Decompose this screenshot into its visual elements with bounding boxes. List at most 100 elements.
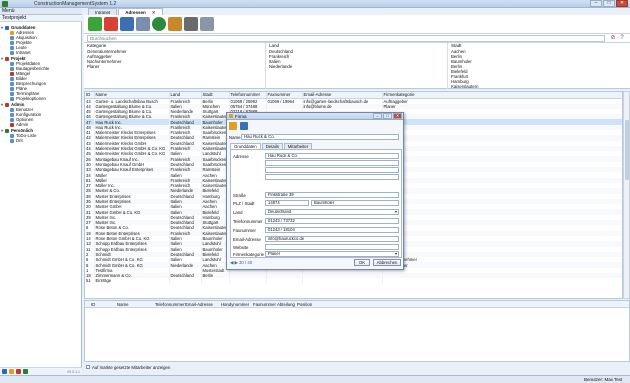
name-label: Name bbox=[229, 135, 241, 140]
column-header[interactable]: Abteilung bbox=[277, 302, 295, 307]
tree-item-icon bbox=[10, 71, 14, 76]
navigation-panel: Menü Testprojekt ▾ Grunddaten Adressen Akqu… bbox=[0, 8, 82, 375]
dialog-close-button[interactable]: ✕ bbox=[393, 113, 402, 119]
print-icon[interactable] bbox=[184, 17, 198, 31]
version-label: V0.0.1.1 bbox=[66, 369, 80, 374]
filter-item[interactable]: Niederlande bbox=[266, 64, 447, 69]
tab-intranet[interactable]: Intranet bbox=[88, 8, 118, 15]
tree-item-icon bbox=[5, 128, 9, 133]
document-tabs: Intranet Adressen ✕ bbox=[88, 8, 163, 15]
table-cell bbox=[169, 278, 202, 284]
project-selector[interactable]: Testprojekt bbox=[0, 15, 82, 22]
maximize-button[interactable]: □ bbox=[603, 0, 615, 7]
table-cell: Malermeister Klecks GmbH & Co. KG bbox=[94, 151, 170, 157]
adresse-field-4[interactable] bbox=[265, 174, 399, 180]
search-input[interactable] bbox=[87, 35, 605, 42]
column-header[interactable]: Name bbox=[117, 302, 128, 307]
warning-icon[interactable] bbox=[9, 369, 14, 374]
strasse-field[interactable]: Finkstraße 39 bbox=[265, 192, 399, 198]
add-icon[interactable] bbox=[23, 369, 28, 374]
website-field[interactable] bbox=[265, 244, 399, 250]
table-cell bbox=[266, 278, 303, 284]
help-icon[interactable]: ? bbox=[619, 35, 625, 42]
tree-item-icon bbox=[10, 107, 14, 112]
tree-item-icon bbox=[10, 50, 14, 55]
fax-label: Faxnummer bbox=[233, 228, 256, 233]
adresse-field-3[interactable] bbox=[265, 167, 399, 173]
minimize-button[interactable]: – bbox=[590, 0, 602, 7]
tree-item-icon bbox=[10, 61, 14, 66]
error-icon[interactable] bbox=[16, 369, 21, 374]
tree-item[interactable]: Projektoptionen bbox=[1, 96, 81, 101]
user-icon[interactable] bbox=[120, 17, 134, 31]
telefon-field[interactable]: 01243 / 73732 bbox=[265, 218, 399, 224]
tree-item-icon bbox=[10, 91, 14, 96]
navigation-tree: ▾ Grunddaten Adressen Akquisition Projekte Le… bbox=[1, 24, 81, 143]
export-icon[interactable] bbox=[168, 17, 182, 31]
column-header[interactable]: Email-Adresse bbox=[185, 302, 213, 307]
dialog-maximize-button[interactable]: □ bbox=[383, 113, 392, 119]
table-cell: 51 bbox=[85, 278, 95, 284]
save-icon[interactable] bbox=[240, 122, 248, 130]
column-header[interactable]: Faxnummer bbox=[253, 302, 276, 307]
adresse-field-2[interactable] bbox=[265, 160, 399, 166]
tree-item-icon bbox=[10, 45, 14, 50]
fax-field[interactable]: 01243 / 18104 bbox=[265, 227, 399, 233]
filter-stadt[interactable]: Stadt Aachen Berlin Baumholer Berlin Bielefe… bbox=[448, 43, 630, 89]
folder-icon[interactable] bbox=[229, 122, 237, 130]
dialog-minimize-button[interactable]: – bbox=[373, 113, 382, 119]
table-cell bbox=[382, 278, 622, 284]
scrollbar-thumb[interactable] bbox=[625, 120, 629, 180]
column-header[interactable]: Handynummer bbox=[221, 302, 249, 307]
grunddaten-form: Adresse Hau Ruck & Co. Straße Finkstraße… bbox=[230, 149, 402, 258]
show-inactive-checkbox[interactable] bbox=[86, 365, 90, 369]
land-select[interactable]: Deutschland bbox=[265, 209, 399, 215]
tree-item-icon bbox=[10, 35, 14, 40]
tree-item-icon bbox=[5, 56, 9, 61]
name-field[interactable]: Hau Ruck & Co. bbox=[241, 134, 399, 140]
tree-item-icon bbox=[10, 86, 14, 91]
tree-item[interactable]: Drit bbox=[1, 138, 81, 143]
tree-item[interactable]: Intranet bbox=[1, 50, 81, 55]
tools-icon[interactable] bbox=[136, 17, 150, 31]
stadt-field[interactable]: Baumholer bbox=[311, 200, 399, 206]
filter-item[interactable]: Kaiserslautern bbox=[448, 84, 630, 89]
column-header[interactable]: Telefonnummer bbox=[155, 302, 185, 307]
status-user: Benutzer: Max bbox=[584, 377, 614, 382]
filter-icon[interactable]: ⊘ bbox=[610, 35, 616, 42]
table-cell: Einträge bbox=[94, 278, 170, 284]
website-label: Website bbox=[233, 245, 249, 250]
status-bar: Benutzer: Max Test bbox=[0, 375, 630, 383]
info-icon[interactable] bbox=[2, 369, 7, 374]
filter-land[interactable]: Land Deutschland Frankreich Italien Niederl… bbox=[266, 43, 448, 89]
refresh-icon[interactable] bbox=[152, 17, 166, 31]
show-inactive-row[interactable]: Auf markte gesetzte Mitarbeiter anzeigen bbox=[86, 364, 170, 370]
close-button[interactable]: ✕ bbox=[616, 0, 628, 7]
email-field[interactable]: info@hauruckco.de bbox=[265, 236, 399, 242]
record-navigator[interactable]: ◀ ▶ 30 / 40 bbox=[230, 260, 252, 266]
table-cell: Kaiserslautern bbox=[201, 114, 230, 120]
filter-item[interactable]: Planer bbox=[84, 64, 265, 69]
tab-adressen[interactable]: Adressen ✕ bbox=[118, 8, 163, 15]
delete-icon[interactable] bbox=[104, 17, 118, 31]
table-scrollbar[interactable] bbox=[623, 91, 630, 299]
tree-item-icon bbox=[10, 96, 14, 101]
cancel-button[interactable]: Abbrechen bbox=[373, 259, 401, 266]
filter-kategorie[interactable]: Kategorie Generalunternehmer Auftraggeber… bbox=[84, 43, 266, 89]
phone-icon[interactable] bbox=[200, 17, 214, 31]
add-icon[interactable] bbox=[88, 17, 102, 31]
navigation-footer: V0.0.1.1 bbox=[0, 367, 82, 375]
plz-field[interactable]: 14874 bbox=[265, 200, 309, 206]
table-row[interactable]: 51 Einträge bbox=[85, 278, 622, 284]
company-dialog: Firma – □ ✕ Name Hau Ruck & Co. Grunddat… bbox=[226, 112, 404, 270]
dialog-toolbar bbox=[229, 122, 248, 130]
tree-item[interactable]: Admin bbox=[1, 122, 81, 127]
adresse-field-1[interactable]: Hau Ruck & Co. bbox=[265, 153, 399, 159]
column-header[interactable]: ID bbox=[91, 302, 95, 307]
dialog-footer: ◀ ▶ 30 / 40 OK Abbrechen bbox=[227, 257, 403, 269]
status-mode: Test bbox=[614, 377, 623, 382]
column-header[interactable]: Position bbox=[297, 302, 312, 307]
menu-bar[interactable]: Menü bbox=[0, 8, 82, 15]
land-label: Land bbox=[233, 210, 243, 215]
ok-button[interactable]: OK bbox=[354, 259, 370, 266]
